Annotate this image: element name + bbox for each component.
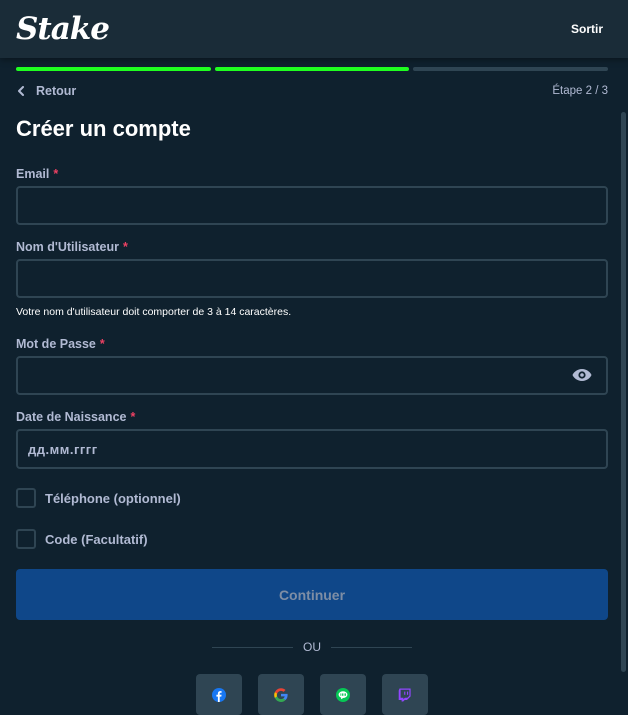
or-divider: OU [212,640,412,654]
line-icon [336,687,350,702]
back-button[interactable]: Retour [16,84,76,98]
progress-step-3 [413,67,609,71]
scrollbar[interactable] [621,112,626,672]
code-option[interactable]: Code (Facultatif) [16,529,148,549]
progress-step-1 [16,67,211,71]
social-login-buttons [196,674,428,715]
username-label-text: Nom d'Utilisateur [16,240,119,254]
phone-checkbox[interactable] [16,488,36,508]
code-option-label: Code (Facultatif) [45,531,148,547]
email-label-text: Email [16,167,50,181]
birthdate-field[interactable] [16,429,608,469]
username-field[interactable] [16,259,608,298]
continue-button[interactable]: Continuer [16,569,608,620]
password-label-text: Mot de Passe [16,337,96,351]
google-login-button[interactable] [258,674,304,715]
line-login-button[interactable] [320,674,366,715]
page-title: Créer un compte [16,116,191,141]
password-field[interactable] [16,356,608,395]
progress-bar [16,67,609,71]
divider-line [212,646,293,648]
facebook-icon [212,687,226,702]
required-mark: * [53,167,59,181]
twitch-login-button[interactable] [382,674,428,715]
twitch-icon [398,688,411,701]
phone-option-label: Téléphone (optionnel) [45,490,181,506]
divider-line [331,646,412,648]
or-text: OU [303,640,321,654]
google-icon [274,687,288,702]
stake-logo[interactable]: Stake [16,11,110,47]
code-checkbox[interactable] [16,529,36,549]
username-label: Nom d'Utilisateur * [16,240,128,254]
birthdate-label: Date de Naissance * [16,410,135,424]
birthdate-label-text: Date de Naissance [16,410,127,424]
chevron-left-icon [18,86,24,96]
required-mark: * [123,240,128,254]
progress-step-2 [214,67,410,71]
phone-option[interactable]: Téléphone (optionnel) [16,488,181,508]
required-mark: * [99,337,105,351]
email-field[interactable] [16,186,608,225]
facebook-login-button[interactable] [196,674,242,715]
email-label: Email * [16,167,58,181]
exit-button[interactable]: Sortir [571,22,603,36]
password-label: Mot de Passe * [16,337,105,351]
nav-row: Retour Étape 2 / 3 [16,83,608,99]
eye-icon[interactable] [572,367,592,383]
top-header: Stake Sortir [0,0,628,58]
username-hint: Votre nom d'utilisateur doit comporter d… [16,306,292,318]
required-mark: * [130,410,136,424]
step-indicator: Étape 2 / 3 [552,85,608,97]
back-label: Retour [36,84,77,98]
